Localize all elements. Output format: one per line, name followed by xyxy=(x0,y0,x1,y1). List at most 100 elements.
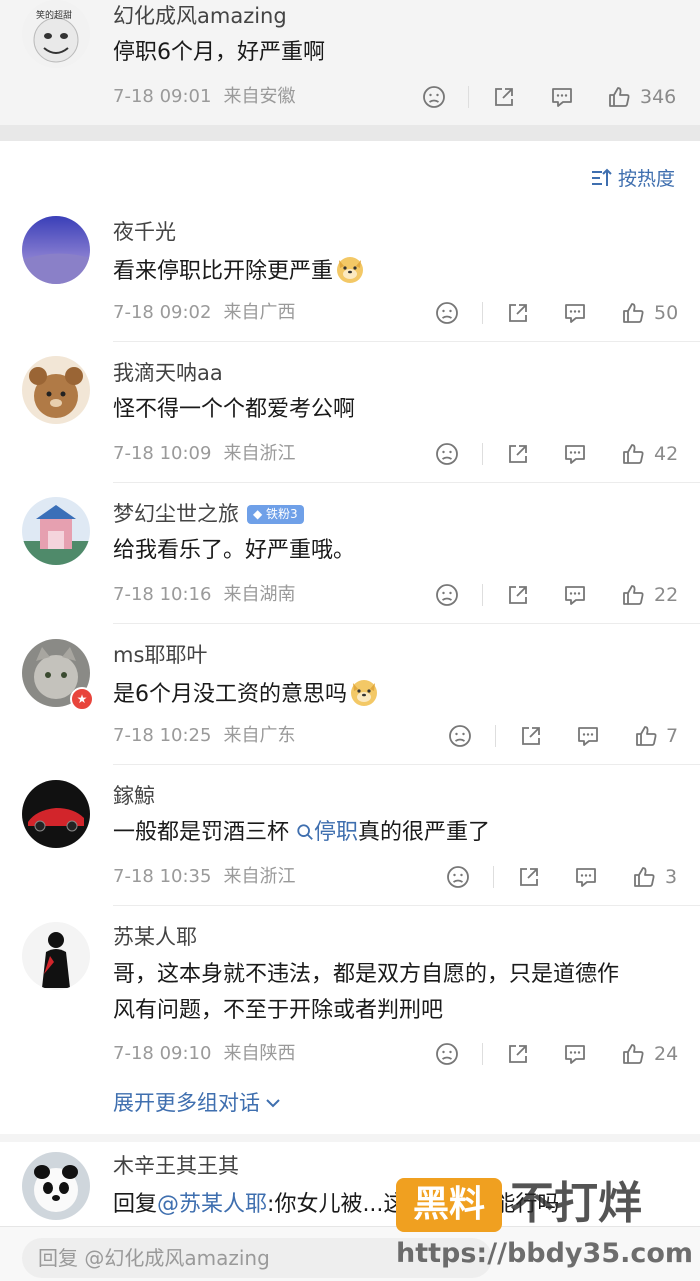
watermark-url: https://bbdy35.com xyxy=(396,1238,694,1269)
dislike-icon[interactable] xyxy=(434,582,460,608)
comment-location: 来自广西 xyxy=(223,302,296,323)
like-icon[interactable] xyxy=(620,582,646,608)
comment-location: 来自湖南 xyxy=(223,584,296,605)
dislike-icon[interactable] xyxy=(434,1041,460,1067)
like-icon[interactable] xyxy=(606,84,632,110)
dislike-icon[interactable] xyxy=(445,864,471,890)
avatar-caption: 笑的超甜 xyxy=(36,11,73,21)
comment-text-content: 看来停职比开除更严重 xyxy=(113,259,334,284)
row-divider xyxy=(113,764,700,765)
comment-time: 7-18 09:02 xyxy=(113,302,212,323)
comment-meta: 7-18 10:09 来自浙江 xyxy=(113,443,295,465)
comment-meta: 7-18 09:02 来自广西 xyxy=(113,302,295,324)
username[interactable]: 苏某人耶 xyxy=(113,924,197,950)
dislike-icon[interactable] xyxy=(434,300,460,326)
topic-label: 停职 xyxy=(314,820,359,845)
comment-text-after: 真的很严重了 xyxy=(358,820,491,845)
like-icon[interactable] xyxy=(620,441,646,467)
divider xyxy=(495,725,496,747)
comment-text: 停职6个月，好严重啊 xyxy=(113,40,325,65)
dislike-icon[interactable] xyxy=(434,441,460,467)
comment-icon[interactable] xyxy=(549,84,575,110)
comment-icon[interactable] xyxy=(575,723,601,749)
comment-icon[interactable] xyxy=(573,864,599,890)
username[interactable]: 幻化成风amazing xyxy=(113,3,287,29)
dislike-icon[interactable] xyxy=(421,84,447,110)
comment-icon[interactable] xyxy=(562,1041,588,1067)
like-count: 7 xyxy=(666,725,679,747)
comment-text: 是6个月没工资的意思吗 xyxy=(113,677,379,710)
share-icon[interactable] xyxy=(505,300,531,326)
comment-text-content: 是6个月没工资的意思吗 xyxy=(113,682,347,707)
comment-icon[interactable] xyxy=(562,582,588,608)
avatar[interactable] xyxy=(22,780,90,848)
comment-meta: 7-18 09:01 来自安徽 xyxy=(113,86,295,108)
username[interactable]: ms耶耶叶 xyxy=(113,642,207,668)
comment-meta: 7-18 10:35 来自浙江 xyxy=(113,866,295,888)
reply-prefix: 回复 xyxy=(113,1192,158,1217)
comment-text: 看来停职比开除更严重 xyxy=(113,254,365,287)
share-icon[interactable] xyxy=(516,864,542,890)
avatar[interactable] xyxy=(22,497,90,565)
mention-link[interactable]: @苏某人耶 xyxy=(157,1192,267,1217)
like-icon[interactable] xyxy=(633,723,659,749)
like-count: 22 xyxy=(654,584,679,606)
avatar[interactable] xyxy=(22,356,90,424)
comment-meta: 7-18 09:10 来自陕西 xyxy=(113,1043,295,1065)
avatar[interactable] xyxy=(22,922,90,990)
comment-location: 来自广东 xyxy=(223,725,296,746)
share-icon[interactable] xyxy=(518,723,544,749)
topic-link[interactable]: 停职 xyxy=(296,820,358,845)
sort-label: 按热度 xyxy=(618,168,676,190)
like-count: 346 xyxy=(640,86,677,108)
avatar[interactable] xyxy=(22,1152,90,1220)
comment-time: 7-18 09:10 xyxy=(113,1043,212,1064)
avatar[interactable] xyxy=(22,216,90,284)
username-text: 梦幻尘世之旅 xyxy=(113,502,239,526)
comment-location: 来自浙江 xyxy=(223,443,296,464)
sort-button[interactable]: 按热度 xyxy=(590,164,675,191)
comment-icon[interactable] xyxy=(562,441,588,467)
share-icon[interactable] xyxy=(505,441,531,467)
share-icon[interactable] xyxy=(505,1041,531,1067)
fan-badge-label: 铁粉3 xyxy=(266,507,298,521)
like-count: 42 xyxy=(654,443,679,465)
username[interactable]: 鎵鯨 xyxy=(113,783,155,809)
comment-location: 来自浙江 xyxy=(223,866,296,887)
doge-emoji-icon xyxy=(351,680,377,706)
expand-conversation-link[interactable]: 展开更多组对话 xyxy=(113,1087,282,1117)
username[interactable]: 梦幻尘世之旅 ◆ 铁粉3 xyxy=(113,501,304,527)
divider xyxy=(468,86,469,108)
like-count: 50 xyxy=(654,302,679,324)
like-icon[interactable] xyxy=(620,1041,646,1067)
row-divider xyxy=(113,905,700,906)
row-divider xyxy=(113,482,700,483)
like-icon[interactable] xyxy=(620,300,646,326)
original-comment xyxy=(0,0,700,125)
comment-icon[interactable] xyxy=(562,300,588,326)
divider xyxy=(482,443,483,465)
divider xyxy=(493,866,494,888)
row-divider xyxy=(113,623,700,624)
like-icon[interactable] xyxy=(631,864,657,890)
share-icon[interactable] xyxy=(505,582,531,608)
username[interactable]: 夜千光 xyxy=(113,219,176,245)
comment-time: 7-18 10:16 xyxy=(113,584,212,605)
chevron-down-icon xyxy=(266,1099,280,1108)
divider xyxy=(482,302,483,324)
comment-text-before: 一般都是罚酒三杯 xyxy=(113,820,296,845)
sort-icon xyxy=(592,168,612,186)
verified-badge-icon: ★ xyxy=(70,687,94,711)
doge-emoji-icon xyxy=(337,257,364,283)
watermark-logo: 黑料 xyxy=(396,1178,502,1232)
comment-time: 7-18 10:09 xyxy=(113,443,212,464)
comment-location: 来自陕西 xyxy=(223,1043,296,1064)
comment-time: 7-18 09:01 xyxy=(113,86,212,107)
username[interactable]: 我滴天呐aa xyxy=(113,360,223,386)
dislike-icon[interactable] xyxy=(447,723,473,749)
share-icon[interactable] xyxy=(491,84,517,110)
comment-time: 7-18 10:35 xyxy=(113,866,212,887)
section-divider xyxy=(0,1134,700,1142)
username[interactable]: 木辛王其王其 xyxy=(113,1153,239,1179)
search-icon xyxy=(297,824,313,840)
